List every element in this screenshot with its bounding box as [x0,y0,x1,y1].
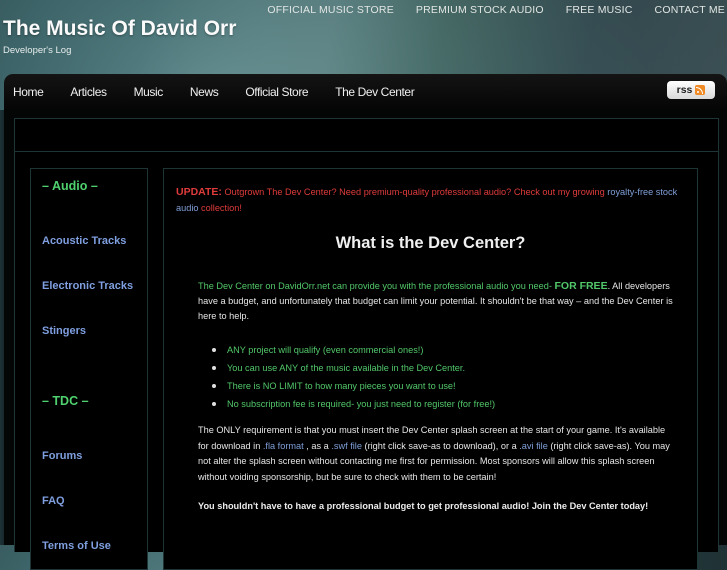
sidebar-link-electronic-tracks[interactable]: Electronic Tracks [42,280,133,292]
sidebar-link-acoustic-tracks[interactable]: Acoustic Tracks [42,235,126,247]
nav-dev-center[interactable]: The Dev Center [335,85,415,99]
nav-news[interactable]: News [190,85,219,99]
swf-file-link[interactable]: .swf file [331,441,362,451]
site-title[interactable]: The Music Of David Orr [3,17,236,41]
requirement-text: , as a [303,440,332,451]
banner-strip [14,118,719,152]
requirement-paragraph: The ONLY requirement is that you must in… [198,423,674,485]
rss-button[interactable]: rss [667,81,715,99]
rss-feed-icon [695,85,706,95]
update-text-after: collection! [198,203,242,213]
features-list: ANY project will qualify (even commercia… [198,341,678,413]
for-free-text: FOR FREE [554,280,608,292]
page-wrapper: – Audio – Acoustic Tracks Electronic Tra… [4,110,727,570]
sidebar-link-terms-of-use[interactable]: Terms of Use [42,540,111,552]
list-item: No subscription fee is required- you jus… [198,395,678,413]
main-panel: UPDATE: Outgrown The Dev Center? Need pr… [163,168,698,570]
list-item: There is NO LIMIT to how many pieces you… [198,377,678,395]
intro-green-text: The Dev Center on DavidOrr.net can provi… [198,281,555,291]
requirement-text: (right click save-as to download), or a [361,440,520,451]
top-link-premium-stock-audio[interactable]: PREMIUM STOCK AUDIO [405,4,555,16]
update-notice: UPDATE: Outgrown The Dev Center? Need pr… [176,184,686,216]
call-to-action: You shouldn't have to have a professiona… [198,501,649,511]
fla-format-link[interactable]: .fla format [263,441,304,451]
top-link-contact-me[interactable]: CONTACT ME [644,4,727,16]
top-link-official-music-store[interactable]: OFFICIAL MUSIC STORE [256,4,405,16]
sidebar-link-stingers[interactable]: Stingers [42,325,86,337]
list-item: ANY project will qualify (even commercia… [198,341,678,359]
page-title: What is the Dev Center? [335,234,526,252]
list-item: You can use ANY of the music available i… [198,359,678,377]
nav-music[interactable]: Music [134,85,164,99]
avi-file-link[interactable]: .avi file [519,441,548,451]
intro-paragraph: The Dev Center on DavidOrr.net can provi… [198,279,678,324]
top-link-free-music[interactable]: FREE MUSIC [555,4,644,16]
nav-official-store[interactable]: Official Store [245,85,308,99]
top-links: OFFICIAL MUSIC STORE PREMIUM STOCK AUDIO… [256,4,727,16]
update-text: Outgrown The Dev Center? Need premium-qu… [221,187,608,197]
nav-home[interactable]: Home [13,85,44,99]
sidebar-link-faq[interactable]: FAQ [42,495,65,507]
sidebar-heading-tdc: – TDC – [42,394,89,408]
main-navbar: Home Articles Music News Official Store … [4,74,727,110]
site-tagline: Developer's Log [3,45,72,56]
sidebar-link-forums[interactable]: Forums [42,450,82,462]
rss-label: rss [676,84,693,96]
sidebar: – Audio – Acoustic Tracks Electronic Tra… [30,168,148,570]
update-label: UPDATE: [176,186,222,198]
nav-articles[interactable]: Articles [70,85,107,99]
sidebar-heading-audio: – Audio – [42,179,98,193]
